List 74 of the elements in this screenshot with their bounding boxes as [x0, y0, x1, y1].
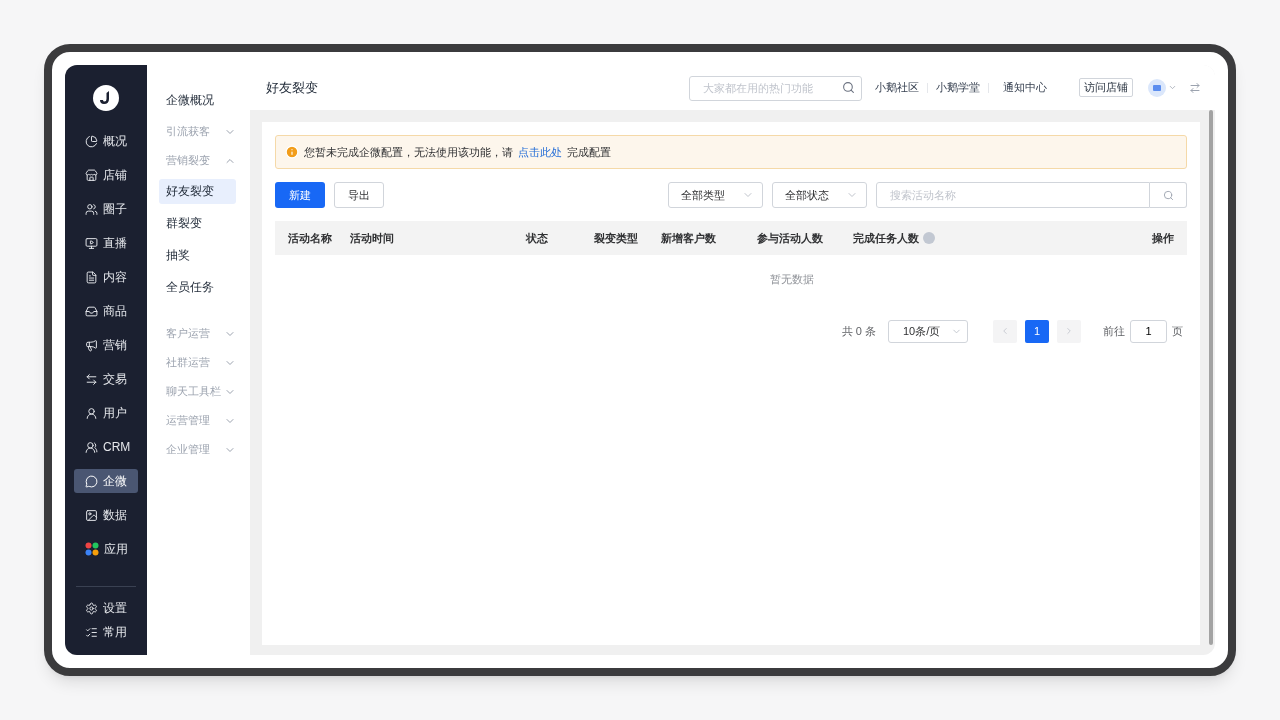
page-size-dropdown[interactable]: 10条/页: [888, 319, 968, 343]
chat-icon: [85, 474, 98, 488]
page-suffix: 页: [1172, 323, 1183, 339]
alert-text: 您暂未完成企微配置，无法使用该功能，请: [304, 144, 513, 160]
apps-icon: [85, 542, 99, 556]
nav-rail-item[interactable]: 用户: [74, 401, 138, 425]
people-icon: [85, 202, 98, 216]
search-icon: [1162, 189, 1174, 201]
nav-rail-item[interactable]: 店铺: [74, 163, 138, 187]
settings-icon: [85, 601, 98, 615]
avatar[interactable]: [1148, 78, 1166, 97]
empty-text: 暂无数据: [770, 272, 814, 287]
nav-rail-item[interactable]: 圈子: [74, 197, 138, 221]
new-button[interactable]: 新建: [275, 182, 325, 208]
column-header: 完成任务人数: [853, 230, 919, 246]
box-icon: [85, 304, 98, 318]
chevron-left-icon: [1000, 326, 1010, 336]
nav-rail-item[interactable]: 交易: [74, 367, 138, 391]
megaphone-icon: [85, 338, 98, 352]
visit-store-button[interactable]: 访问店铺: [1079, 78, 1133, 97]
search-icon: [842, 81, 855, 94]
nav-rail-item[interactable]: 营销: [74, 333, 138, 357]
people-icon: [85, 440, 98, 454]
export-button[interactable]: 导出: [334, 182, 384, 208]
filter-dropdown[interactable]: 全部状态: [772, 182, 867, 208]
nav-rail-item[interactable]: 应用: [74, 537, 138, 561]
alert-text: 完成配置: [567, 144, 611, 160]
nav-rail-item[interactable]: 常用: [74, 623, 138, 641]
submenu-item[interactable]: 全员任务: [159, 274, 236, 300]
submenu-link[interactable]: 企微概况: [159, 86, 236, 114]
next-page-button[interactable]: [1057, 319, 1081, 343]
nav-rail-item[interactable]: 企微: [74, 469, 138, 493]
submenu-item[interactable]: 好友裂变: [159, 178, 236, 204]
total-count: 共 0 条: [841, 323, 876, 339]
nav-rail-item[interactable]: 直播: [74, 231, 138, 255]
header-link[interactable]: 小鹅学堂: [936, 79, 980, 96]
nav-rail-item[interactable]: 数据: [74, 503, 138, 527]
goto-label: 前往: [1103, 323, 1125, 339]
exchange-icon: [85, 372, 98, 386]
switch-icon[interactable]: [1189, 81, 1201, 94]
alert-link[interactable]: 点击此处: [518, 143, 562, 161]
search-button[interactable]: [1150, 182, 1187, 208]
document-icon: [85, 270, 98, 284]
submenu-item[interactable]: 抽奖: [159, 242, 236, 268]
pie-chart-icon: [85, 134, 98, 148]
column-header: 活动时间: [350, 230, 394, 246]
filter-dropdown[interactable]: 全部类型: [668, 182, 763, 208]
column-header: 参与活动人数: [757, 230, 823, 246]
nav-rail-item[interactable]: 商品: [74, 299, 138, 323]
column-header: 裂变类型: [594, 230, 638, 246]
chevron-down-icon[interactable]: [1168, 83, 1177, 92]
column-header: 新增客户数: [661, 230, 716, 246]
warning-icon: [285, 145, 299, 159]
nav-rail-item[interactable]: 内容: [74, 265, 138, 289]
prev-page-button[interactable]: [993, 319, 1017, 343]
image-icon: [85, 508, 98, 522]
list-icon: [85, 625, 98, 639]
column-header: 操作: [1152, 230, 1174, 246]
logo-icon: [93, 85, 119, 111]
store-icon: [85, 168, 98, 182]
page-button[interactable]: 1: [1025, 319, 1049, 343]
user-icon: [85, 406, 98, 420]
nav-rail-item[interactable]: 设置: [74, 599, 138, 617]
nav-rail-item[interactable]: 概况: [74, 129, 138, 153]
video-icon: [85, 236, 98, 250]
column-header: 活动名称: [288, 230, 332, 246]
submenu-item[interactable]: 群裂变: [159, 210, 236, 236]
header-link[interactable]: 通知中心: [1003, 79, 1047, 96]
column-header: 状态: [526, 230, 548, 246]
goto-page-field[interactable]: 1: [1130, 319, 1167, 343]
page-title: 好友裂变: [266, 78, 318, 97]
nav-rail-item[interactable]: CRM: [74, 435, 138, 459]
header-link[interactable]: 小鹅社区: [875, 79, 919, 96]
chevron-right-icon: [1064, 326, 1074, 336]
